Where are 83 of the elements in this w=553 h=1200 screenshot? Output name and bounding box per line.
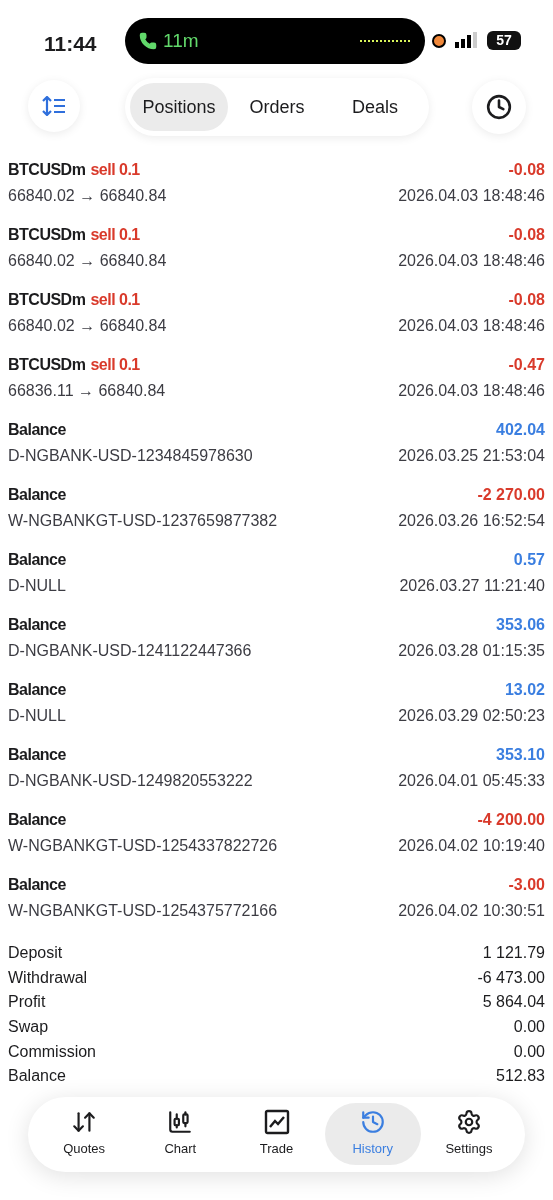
- summary-value: 0.00: [513, 1041, 545, 1062]
- summary-value: 5 864.04: [482, 992, 545, 1013]
- row-title: Balance: [8, 745, 66, 765]
- row-time: 2026.03.28 01:15:35: [398, 641, 545, 661]
- row-title: Balance: [8, 420, 66, 440]
- tab[interactable]: Positions: [130, 83, 228, 131]
- row-detail: D-NGBANK-USD-1234845978630: [8, 446, 253, 466]
- summary-value: 0.00: [513, 1017, 545, 1038]
- row-title: Balance: [8, 485, 66, 505]
- summary-label: Profit: [8, 992, 46, 1013]
- call-duration: 11m: [163, 28, 199, 53]
- row-detail: W-NGBANKGT-USD-1237659877382: [8, 511, 278, 531]
- row-detail: 66840.02 → 66840.84: [8, 186, 167, 206]
- row-detail: D-NULL: [8, 576, 66, 596]
- tab[interactable]: Orders: [228, 83, 326, 131]
- row-time: 2026.03.27 11:21:40: [399, 576, 545, 596]
- row-time: 2026.04.03 18:48:46: [398, 316, 545, 336]
- summary-value: 1 121.79: [482, 943, 545, 964]
- row-title: BTCUSDm: [8, 355, 86, 375]
- row-time: 2026.04.02 10:19:40: [398, 836, 545, 856]
- candlestick-icon: [167, 1109, 194, 1136]
- amount: -0.08: [508, 225, 545, 245]
- row-time: 2026.04.02 10:30:51: [398, 901, 545, 921]
- trade-side: sell 0.1: [90, 225, 140, 245]
- row-detail: 66836.11 → 66840.84: [8, 381, 166, 401]
- nav-tab[interactable]: Chart: [132, 1103, 229, 1166]
- amount: -4 200.00: [477, 810, 545, 830]
- summary-label: Swap: [8, 1017, 49, 1038]
- settings-icon: [455, 1109, 482, 1136]
- nav-tab[interactable]: Trade: [228, 1103, 325, 1166]
- amount: -0.08: [508, 290, 545, 310]
- summary-label: Commission: [8, 1041, 96, 1062]
- summary-value: -6 473.00: [477, 967, 545, 988]
- amount: 13.02: [504, 680, 545, 700]
- row-title: Balance: [8, 550, 66, 570]
- trade-side: sell 0.1: [90, 160, 140, 180]
- trade-side: sell 0.1: [90, 355, 140, 375]
- row-title: Balance: [8, 810, 66, 830]
- amount: 353.06: [496, 615, 545, 635]
- amount: 353.10: [496, 745, 545, 765]
- row-title: Balance: [8, 680, 66, 700]
- amount: -2 270.00: [477, 485, 545, 505]
- row-detail: W-NGBANKGT-USD-1254375772166: [8, 901, 278, 921]
- nav-tab[interactable]: Settings: [420, 1103, 517, 1166]
- row-title: BTCUSDm: [8, 160, 86, 180]
- row-detail: D-NULL: [8, 706, 66, 726]
- signal-icon: [455, 32, 477, 48]
- battery-level: 57: [487, 31, 521, 50]
- amount: 0.57: [513, 550, 545, 570]
- row-detail: D-NGBANK-USD-1241122447366: [8, 641, 252, 661]
- row-title: BTCUSDm: [8, 225, 86, 245]
- row-detail: 66840.02 → 66840.84: [8, 316, 167, 336]
- row-detail: W-NGBANKGT-USD-1254337822726: [8, 836, 278, 856]
- row-title: Balance: [8, 615, 66, 635]
- clock-icon: [486, 94, 512, 120]
- summary-label: Withdrawal: [8, 967, 88, 988]
- row-time: 2026.03.29 02:50:23: [398, 706, 545, 726]
- row-title: BTCUSDm: [8, 290, 86, 310]
- amount: 402.04: [496, 420, 545, 440]
- nav-tab[interactable]: Quotes: [36, 1103, 133, 1166]
- summary-value: 512.83: [496, 1066, 545, 1087]
- row-time: 2026.03.26 16:52:54: [398, 511, 545, 531]
- waveform-icon: [359, 39, 411, 43]
- row-time: 2026.04.01 05:45:33: [398, 771, 545, 791]
- row-detail: D-NGBANK-USD-1249820553222: [8, 771, 253, 791]
- summary-label: Deposit: [8, 943, 63, 964]
- amount: -3.00: [508, 875, 545, 895]
- row-time: 2026.04.03 18:48:46: [398, 186, 545, 206]
- line-chart-icon: [263, 1109, 290, 1136]
- trade-side: sell 0.1: [90, 290, 140, 310]
- summary-label: Balance: [8, 1066, 66, 1087]
- row-title: Balance: [8, 875, 66, 895]
- row-time: 2026.03.25 21:53:04: [398, 446, 545, 466]
- phone-icon: [139, 32, 157, 50]
- sort-icon: [42, 96, 66, 116]
- amount: -0.47: [508, 355, 545, 375]
- history-icon: [359, 1109, 386, 1136]
- row-time: 2026.04.03 18:48:46: [398, 251, 545, 271]
- tab[interactable]: Deals: [326, 83, 424, 131]
- row-detail: 66840.02 → 66840.84: [8, 251, 167, 271]
- amount: -0.08: [508, 160, 545, 180]
- row-time: 2026.04.03 18:48:46: [398, 381, 545, 401]
- status-time: 11:44: [44, 31, 97, 57]
